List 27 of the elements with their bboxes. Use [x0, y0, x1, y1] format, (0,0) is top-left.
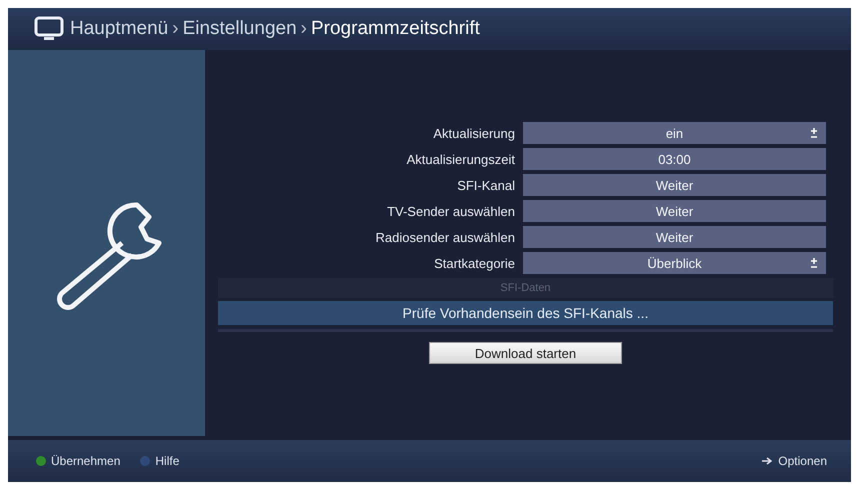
setting-select[interactable]: ein	[523, 122, 826, 144]
plus-minus-icon	[810, 257, 818, 269]
download-button[interactable]: Download starten	[429, 342, 622, 364]
setting-field[interactable]: 03:00	[523, 148, 826, 170]
footer-label: Übernehmen	[51, 454, 120, 468]
setting-field[interactable]: Weiter	[523, 200, 826, 222]
setting-label: SFI-Kanal	[456, 178, 515, 192]
breadcrumb-separator: ›	[172, 18, 179, 40]
setting-label: Startkategorie	[433, 256, 515, 270]
setting-field[interactable]: Weiter	[523, 174, 826, 196]
breadcrumb-item: Einstellungen	[182, 18, 297, 40]
setting-label: Aktualisierungszeit	[406, 152, 515, 166]
breadcrumb-item: Programmzeitschrift	[310, 18, 480, 40]
menu-key-icon	[761, 457, 774, 465]
breadcrumb-item: Hauptmenü	[70, 18, 168, 40]
setting-label: Radiosender auswählen	[374, 230, 515, 244]
footer-label: Hilfe	[155, 454, 180, 468]
setting-field[interactable]: Weiter	[523, 226, 826, 248]
setting-label: Aktualisierung	[432, 126, 515, 140]
status-title: SFI-Daten	[218, 278, 833, 298]
tv-icon	[34, 16, 64, 42]
breadcrumb-separator: ›	[300, 18, 307, 40]
plus-minus-icon	[810, 127, 818, 139]
setting-select[interactable]: Überblick	[523, 252, 826, 274]
setting-label: TV-Sender auswählen	[386, 204, 515, 218]
footer-label: Optionen	[778, 454, 827, 468]
status-message: Prüfe Vorhandensein des SFI-Kanals ...	[218, 301, 833, 325]
